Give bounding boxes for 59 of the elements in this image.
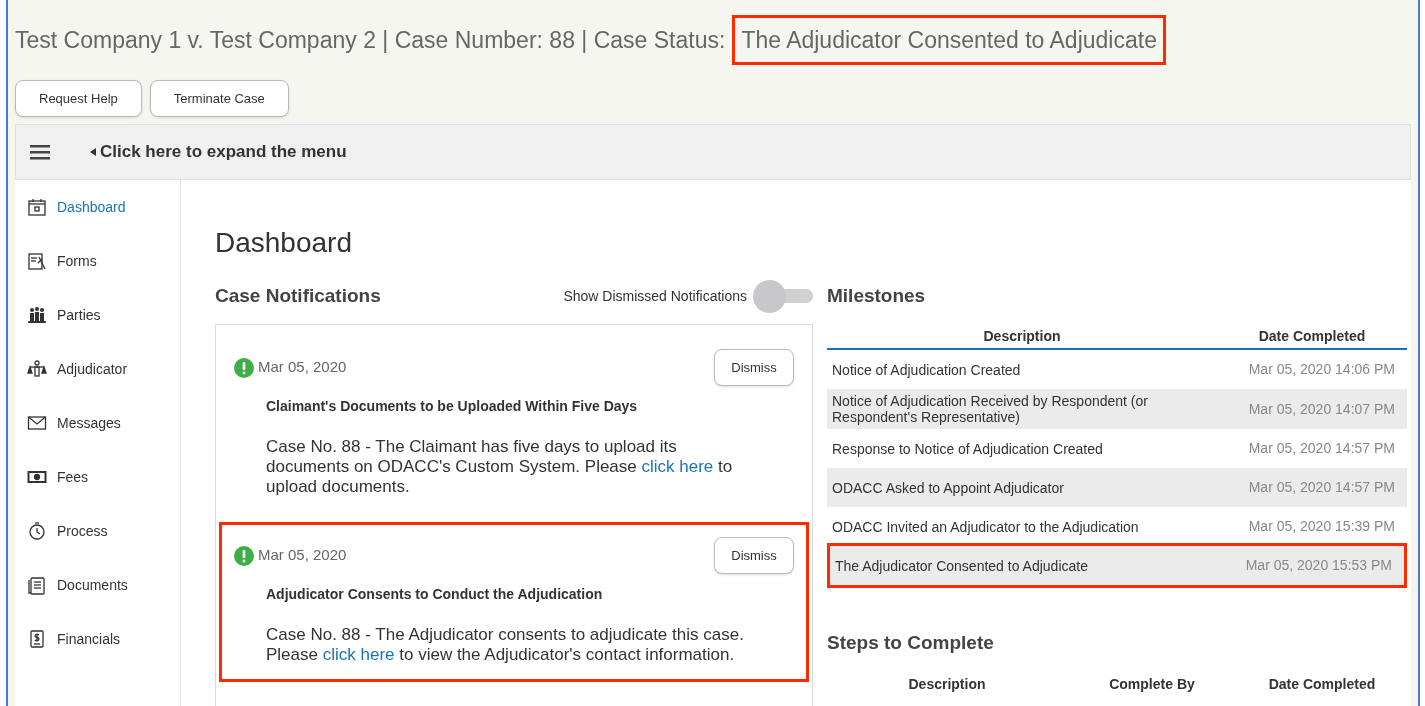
calendar-icon — [27, 197, 47, 217]
document-icon — [27, 575, 47, 595]
case-status: The Adjudicator Consented to Adjudicate — [735, 17, 1163, 63]
sidebar-item[interactable]: Fees — [27, 466, 180, 488]
column-header: Complete By — [1108, 674, 1196, 694]
alert-icon — [234, 545, 254, 566]
alert-icon — [234, 357, 254, 378]
section-title: Milestones — [827, 283, 927, 308]
action-button[interactable]: Request Help — [15, 80, 142, 117]
form-icon — [27, 251, 47, 271]
sidebar-item[interactable]: Process — [27, 520, 180, 542]
notification-heading: Claimant's Documents to be Uploaded Within Five Days — [266, 397, 639, 416]
table-cell-text: Mar 05, 2020 14:06 PM — [1247, 360, 1396, 379]
page-title: Dashboard — [215, 226, 353, 260]
envelope-icon — [27, 413, 47, 433]
sidebar-item[interactable]: Documents — [27, 574, 180, 596]
dismiss-button[interactable]: Dismiss — [714, 349, 794, 386]
table-cell-text: Notice of Adjudication Received by Respondent (or Respondent's Representative) — [831, 393, 1149, 425]
column-header: Description — [982, 326, 1062, 346]
table-cell-text: Mar 05, 2020 14:57 PM — [1247, 439, 1396, 458]
notification-text: Case No. 88 - The Claimant has five days to upload its documents on ODACC's Custom System. Please click here to upload documents. — [266, 437, 734, 497]
notification-heading: Adjudicator Consents to Conduct the Adjudication — [266, 585, 604, 604]
notification-text: Case No. 88 - The Adjudicator consents to adjudicate this case. Please click here to view the Adjudicator's contact information. — [266, 625, 745, 665]
table-cell-text: Mar 05, 2020 14:57 PM — [1247, 478, 1396, 497]
notification-date: Mar 05, 2020 — [258, 357, 347, 378]
sidebar-item[interactable]: Parties — [27, 304, 180, 326]
action-button[interactable]: Terminate Case — [149, 80, 289, 117]
notification-date: Mar 05, 2020 — [258, 545, 347, 566]
table-cell-text: ODACC Asked to Appoint Adjudicator — [831, 479, 1065, 496]
case-title: Test Company 1 v. Test Company 2 | Case Number: 88 | Case Status: — [15, 25, 726, 55]
table-cell-text: The Adjudicator Consented to Adjudicate — [834, 557, 1089, 574]
column-header: Date Completed — [1267, 674, 1377, 694]
dollar-document-icon — [27, 629, 47, 649]
click-here-link[interactable]: click here — [322, 645, 395, 664]
section-title: Case Notifications — [215, 283, 381, 308]
table-cell-text: Mar 05, 2020 15:39 PM — [1247, 517, 1396, 536]
people-icon — [27, 305, 47, 325]
table-cell-text: Mar 05, 2020 14:07 PM — [1247, 399, 1396, 419]
sidebar-item[interactable]: Forms — [27, 250, 180, 272]
menu-icon[interactable] — [30, 144, 50, 160]
table-cell-text: ODACC Invited an Adjudicator to the Adjudication — [831, 518, 1140, 535]
sidebar-item[interactable]: Financials — [27, 628, 180, 650]
table-cell-text: Notice of Adjudication Created — [831, 361, 1022, 378]
sidebar-item[interactable]: Dashboard — [27, 196, 180, 218]
stopwatch-icon — [27, 521, 47, 541]
sidebar-item[interactable]: Messages — [27, 412, 180, 434]
scales-icon — [27, 359, 47, 379]
caret-icon — [90, 148, 96, 156]
toggle-switch[interactable] — [753, 281, 813, 311]
expand-menu-link[interactable]: Click here to expand the menu — [90, 139, 347, 165]
table-cell-text: Mar 05, 2020 15:53 PM — [1244, 556, 1393, 575]
section-title: Steps to Complete — [827, 631, 995, 655]
table-cell-text: Response to Notice of Adjudication Created — [831, 440, 1104, 457]
sidebar-item[interactable]: Adjudicator — [27, 358, 180, 380]
toggle-label: Show Dismissed Notifications — [563, 286, 747, 306]
click-here-link[interactable]: click here — [641, 457, 714, 476]
column-header: Description — [907, 674, 987, 694]
column-header: Date Completed — [1257, 326, 1367, 346]
dismiss-button[interactable]: Dismiss — [714, 537, 794, 574]
